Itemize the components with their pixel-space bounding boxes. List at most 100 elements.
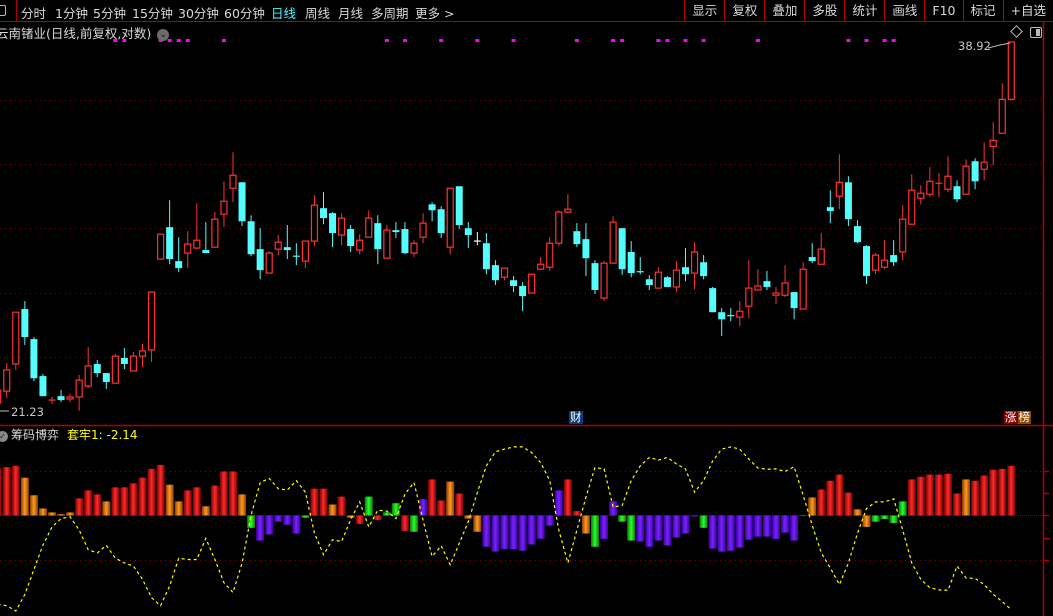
- candle: [3, 362, 11, 399]
- candle-body: [111, 355, 119, 384]
- indicator-bar: [772, 515, 780, 539]
- sidebar-toggle-icon[interactable]: [0, 5, 6, 16]
- candle-body: [989, 139, 997, 148]
- candle-body: [537, 263, 545, 270]
- indicator-bar: [862, 515, 871, 527]
- candle-body: [663, 277, 671, 287]
- candle-body: [66, 396, 74, 400]
- candle-body: [347, 229, 355, 247]
- adjust-button[interactable]: 复权: [724, 0, 764, 21]
- indicator-bar: [663, 515, 672, 546]
- indicator-bar: [410, 515, 418, 532]
- candle: [718, 308, 726, 337]
- statistics-button[interactable]: 统计: [844, 0, 884, 21]
- indicator-settings-icon[interactable]: ✓: [0, 431, 8, 442]
- indicator-bar: [437, 500, 446, 516]
- period-tab-1min[interactable]: 1分钟: [55, 3, 88, 22]
- indicator-bar: [256, 515, 265, 541]
- candle-body: [482, 243, 490, 270]
- candle-body: [573, 231, 581, 245]
- candle: [618, 228, 626, 276]
- indicator-bar: [808, 497, 817, 516]
- candle-body: [618, 228, 626, 270]
- add-watchlist-button[interactable]: +自选: [1002, 0, 1053, 21]
- period-tab-more[interactable]: 更多 >: [415, 3, 454, 22]
- candle-body: [709, 288, 717, 313]
- mark-button[interactable]: 标记: [962, 0, 1003, 21]
- period-tab-5min[interactable]: 5分钟: [93, 3, 126, 22]
- chevron-down-icon[interactable]: ⌄: [157, 29, 170, 41]
- indicator-bar: [645, 515, 654, 547]
- indicator-bar: [274, 515, 283, 522]
- candle-body: [844, 182, 852, 220]
- period-tab-60min[interactable]: 60分钟: [224, 3, 265, 22]
- candle: [564, 194, 572, 214]
- indicator-bar: [48, 512, 56, 516]
- indicator-bar: [210, 485, 219, 516]
- indicator-bar: [726, 515, 735, 551]
- toolbar-right-buttons: 显示 复权 叠加 多股 统计 画线 F10 标记 +自选: [684, 0, 1053, 21]
- indicator-bars: [0, 464, 1016, 552]
- finance-tag[interactable]: 财: [569, 411, 583, 424]
- panel-toggle-icon[interactable]: [1030, 27, 1042, 38]
- candle: [30, 337, 38, 382]
- candle: [890, 240, 898, 267]
- signal-mark: [891, 39, 896, 42]
- signal-mark: [475, 39, 480, 42]
- candle-body: [184, 243, 192, 254]
- candle: [464, 222, 472, 249]
- rank-tag[interactable]: 涨榜: [1004, 411, 1031, 424]
- candle-body: [419, 222, 427, 238]
- candle: [663, 276, 671, 287]
- kline-chart[interactable]: [0, 0, 1053, 616]
- candle-body: [808, 257, 816, 262]
- indicator-bar: [446, 481, 455, 516]
- period-tab-fenshi[interactable]: 分时: [21, 3, 46, 22]
- f10-button[interactable]: F10: [924, 0, 962, 21]
- indicator-bar: [781, 515, 790, 533]
- candle: [0, 389, 2, 404]
- display-button[interactable]: 显示: [684, 0, 724, 21]
- indicator-bar: [219, 471, 228, 516]
- indicator-bar: [790, 515, 799, 541]
- candle-body: [826, 207, 834, 212]
- indicator-bar: [753, 515, 762, 537]
- candle: [338, 213, 346, 246]
- indicator-bar: [183, 490, 192, 516]
- candle-body: [754, 285, 762, 291]
- period-tab-15min[interactable]: 15分钟: [132, 3, 173, 22]
- candle: [166, 200, 174, 265]
- indicator-name[interactable]: 筹码博弈: [11, 428, 59, 442]
- candle-body: [528, 273, 536, 294]
- candle: [971, 158, 979, 190]
- indicator-header: ✓ 筹码博弈 套牢1: -2.14: [0, 426, 138, 443]
- candle: [292, 243, 300, 266]
- candle-body: [926, 180, 934, 195]
- candle: [383, 225, 391, 259]
- period-tab-monthly[interactable]: 月线: [338, 3, 363, 22]
- candle-body: [880, 259, 889, 268]
- candle: [519, 282, 527, 312]
- stock-title: 云南锗业(日线,前复权,对数): [0, 26, 152, 41]
- candle: [446, 187, 454, 255]
- period-tab-daily[interactable]: 日线: [271, 3, 296, 22]
- period-tab-multi[interactable]: 多周期: [371, 3, 409, 22]
- signal-mark: [611, 39, 616, 42]
- multi-stock-button[interactable]: 多股: [804, 0, 844, 21]
- draw-line-button[interactable]: 画线: [884, 0, 924, 21]
- candle: [899, 205, 907, 261]
- indicator-bar: [165, 484, 174, 516]
- candle-body: [1007, 41, 1015, 100]
- period-tab-30min[interactable]: 30分钟: [178, 3, 219, 22]
- indicator-bar: [898, 501, 907, 516]
- candle-body: [147, 291, 156, 351]
- period-tab-weekly[interactable]: 周线: [305, 3, 330, 22]
- candle: [808, 243, 816, 264]
- candle-body: [283, 247, 291, 251]
- candle: [573, 223, 581, 248]
- candle-body: [953, 186, 961, 200]
- candle: [672, 261, 681, 293]
- candle: [274, 235, 282, 256]
- overlay-button[interactable]: 叠加: [764, 0, 804, 21]
- indicator-bar: [953, 493, 961, 516]
